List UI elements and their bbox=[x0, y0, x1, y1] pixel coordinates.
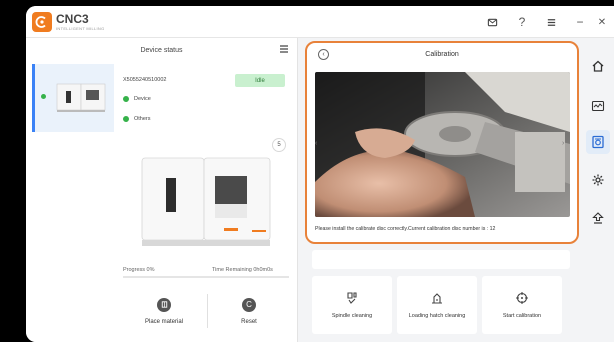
device-status-row: Device bbox=[123, 96, 151, 102]
place-material-icon bbox=[157, 297, 171, 312]
place-material-button[interactable]: Place material bbox=[123, 288, 205, 334]
hatch-cleaning-icon bbox=[432, 293, 442, 304]
start-calibration-icon bbox=[516, 292, 528, 304]
progress-label: Progress 0% bbox=[123, 267, 155, 273]
others-status-row: Others bbox=[123, 116, 151, 122]
empty-panel bbox=[312, 250, 570, 269]
device-status-panel: Device status X5055240510002 Idle Device… bbox=[26, 38, 298, 342]
home-icon[interactable] bbox=[590, 58, 606, 74]
calibration-panel: ‹ Calibration ‹ › Please install the cal… bbox=[305, 41, 579, 244]
right-sidebar bbox=[581, 38, 614, 342]
reset-icon: C bbox=[242, 297, 256, 312]
calibration-icon[interactable] bbox=[590, 134, 606, 150]
device-status-header: Device status bbox=[26, 38, 297, 62]
place-material-label: Place material bbox=[144, 318, 183, 325]
others-status-dot bbox=[123, 116, 129, 122]
reset-label: Reset bbox=[241, 318, 257, 325]
time-remaining: Time Remaining 0h0m0s bbox=[212, 267, 273, 273]
settings-icon[interactable] bbox=[590, 172, 606, 188]
minimize-icon[interactable]: − bbox=[572, 14, 588, 30]
device-status-label: Device bbox=[134, 96, 151, 102]
next-image-arrow[interactable]: › bbox=[562, 140, 564, 147]
spindle-cleaning-label: Spindle cleaning bbox=[331, 313, 373, 319]
calibration-disc-photo bbox=[315, 72, 570, 217]
calibration-instruction: Please install the calibrate disc correc… bbox=[315, 226, 496, 232]
app-name: CNC3 bbox=[56, 12, 89, 26]
start-calibration-button[interactable]: Start calibration bbox=[482, 276, 562, 334]
progress-bar bbox=[123, 276, 289, 278]
app-subtitle: Intelligent Milling bbox=[56, 26, 105, 31]
app-window: CNC3 Intelligent Milling ? − ✕ Device st… bbox=[26, 6, 614, 342]
machine-image bbox=[141, 157, 271, 246]
start-calibration-label: Start calibration bbox=[502, 313, 542, 319]
upload-icon[interactable] bbox=[590, 210, 606, 226]
list-menu-icon[interactable] bbox=[279, 44, 289, 54]
status-badge: Idle bbox=[235, 74, 285, 87]
loading-hatch-cleaning-label: Loading hatch cleaning bbox=[408, 313, 466, 319]
device-online-dot bbox=[41, 94, 46, 99]
others-status-label: Others bbox=[134, 116, 151, 122]
menu-icon[interactable] bbox=[543, 14, 559, 30]
device-status-title: Device status bbox=[140, 46, 183, 54]
close-icon[interactable]: ✕ bbox=[594, 14, 610, 30]
device-thumbnail bbox=[56, 83, 106, 112]
device-list-item[interactable] bbox=[32, 64, 114, 132]
app-logo-icon bbox=[32, 12, 52, 32]
pager-button[interactable]: 5 bbox=[272, 138, 286, 152]
reset-button[interactable]: C Reset bbox=[208, 288, 290, 334]
spindle-cleaning-icon bbox=[347, 292, 357, 304]
title-bar: CNC3 Intelligent Milling ? − ✕ bbox=[26, 6, 614, 38]
help-icon[interactable]: ? bbox=[514, 14, 530, 30]
mail-icon[interactable] bbox=[484, 14, 500, 30]
previous-image-arrow[interactable]: ‹ bbox=[315, 140, 317, 147]
calibration-title: Calibration bbox=[425, 51, 459, 58]
spindle-cleaning-button[interactable]: Spindle cleaning bbox=[312, 276, 392, 334]
calibration-area: ‹ Calibration ‹ › Please install the cal… bbox=[300, 38, 580, 342]
waveform-icon[interactable] bbox=[590, 98, 606, 114]
device-status-dot bbox=[123, 96, 129, 102]
loading-hatch-cleaning-button[interactable]: Loading hatch cleaning bbox=[397, 276, 477, 334]
device-serial: X5055240510002 bbox=[123, 77, 167, 83]
